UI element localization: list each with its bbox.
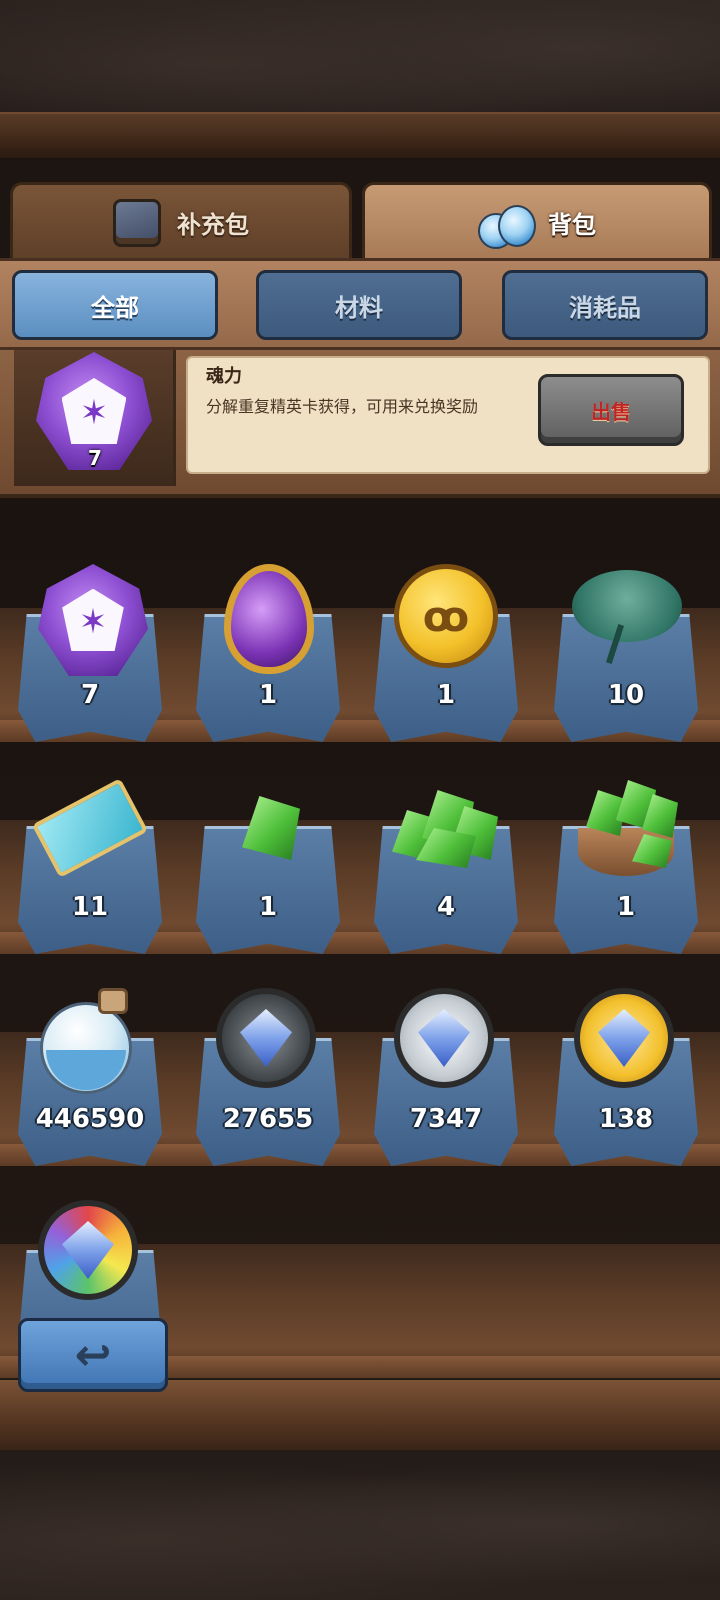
item-count: 1: [258, 680, 278, 710]
sell-button[interactable]: 出售: [538, 374, 684, 446]
inventory-slot[interactable]: ✶ 7: [10, 542, 162, 742]
subtab-all[interactable]: 全部: [12, 270, 218, 340]
potion-bottles-icon: [478, 199, 536, 249]
item-count: 1: [616, 892, 636, 922]
inventory-slot[interactable]: 27655: [188, 966, 340, 1166]
inventory-slot[interactable]: 446590: [10, 966, 162, 1166]
bottom-decoration: [0, 1450, 720, 1600]
green-crystal-icon: [214, 776, 324, 886]
gold-diamond-medal-icon: [574, 988, 674, 1088]
inventory-slot[interactable]: 10: [546, 542, 698, 742]
subtab-materials-label: 材料: [335, 293, 383, 322]
inventory-slot[interactable]: 1: [546, 754, 698, 954]
back-button[interactable]: ↩: [18, 1318, 168, 1392]
item-count: 7347: [409, 1104, 483, 1134]
item-count: 7: [80, 680, 100, 710]
inventory-slot[interactable]: 11: [10, 754, 162, 954]
subtab-all-label: 全部: [91, 293, 139, 322]
item-count: 27655: [222, 1104, 314, 1134]
inventory-slot[interactable]: 7347: [366, 966, 518, 1166]
item-count: 10: [607, 680, 645, 710]
item-count: 11: [71, 892, 109, 922]
lotus-leaf-icon: [572, 564, 682, 674]
green-crystal-pile-icon: [392, 776, 502, 886]
inventory-slot[interactable]: ꝏ 1: [366, 542, 518, 742]
detail-item-name: 魂力: [206, 366, 242, 387]
subtab-consumables[interactable]: 消耗品: [502, 270, 708, 340]
purple-soul-gem-icon: ✶: [38, 564, 148, 676]
tab-backpack[interactable]: 背包: [362, 182, 712, 260]
dust-bottle-icon: [36, 988, 146, 1098]
magic-scroll-icon: [31, 778, 149, 878]
crystal-sack-icon: [572, 776, 682, 886]
item-count: 1: [258, 892, 278, 922]
tab-card-pack-label: 补充包: [177, 211, 249, 239]
inventory-slot[interactable]: 1: [188, 754, 340, 954]
detail-item-count: 7: [88, 446, 102, 470]
black-diamond-medal-icon: [216, 988, 316, 1088]
top-wood-plank: [0, 112, 720, 158]
rainbow-diamond-medal-icon: [38, 1200, 138, 1300]
inventory-slot[interactable]: 1: [188, 542, 340, 742]
item-count: 138: [598, 1104, 654, 1134]
inventory-slot[interactable]: 138: [546, 966, 698, 1166]
tab-card-pack[interactable]: 补充包: [10, 182, 352, 260]
inventory-slot[interactable]: 4: [366, 754, 518, 954]
item-count: 446590: [35, 1104, 145, 1134]
tab-backpack-label: 背包: [548, 211, 596, 239]
subtab-consumables-label: 消耗品: [569, 293, 641, 322]
back-arrow-icon: ↩: [74, 1329, 112, 1381]
card-pack-icon: [113, 198, 161, 247]
gold-owl-coin-icon: ꝏ: [394, 564, 498, 668]
subtab-materials[interactable]: 材料: [256, 270, 462, 340]
purple-egg-icon: [224, 564, 314, 674]
item-count: 1: [436, 680, 456, 710]
silver-diamond-medal-icon: [394, 988, 494, 1088]
item-count: 4: [436, 892, 456, 922]
detail-item-description: 分解重复精英卡获得，可用来兑换奖励: [206, 397, 479, 416]
